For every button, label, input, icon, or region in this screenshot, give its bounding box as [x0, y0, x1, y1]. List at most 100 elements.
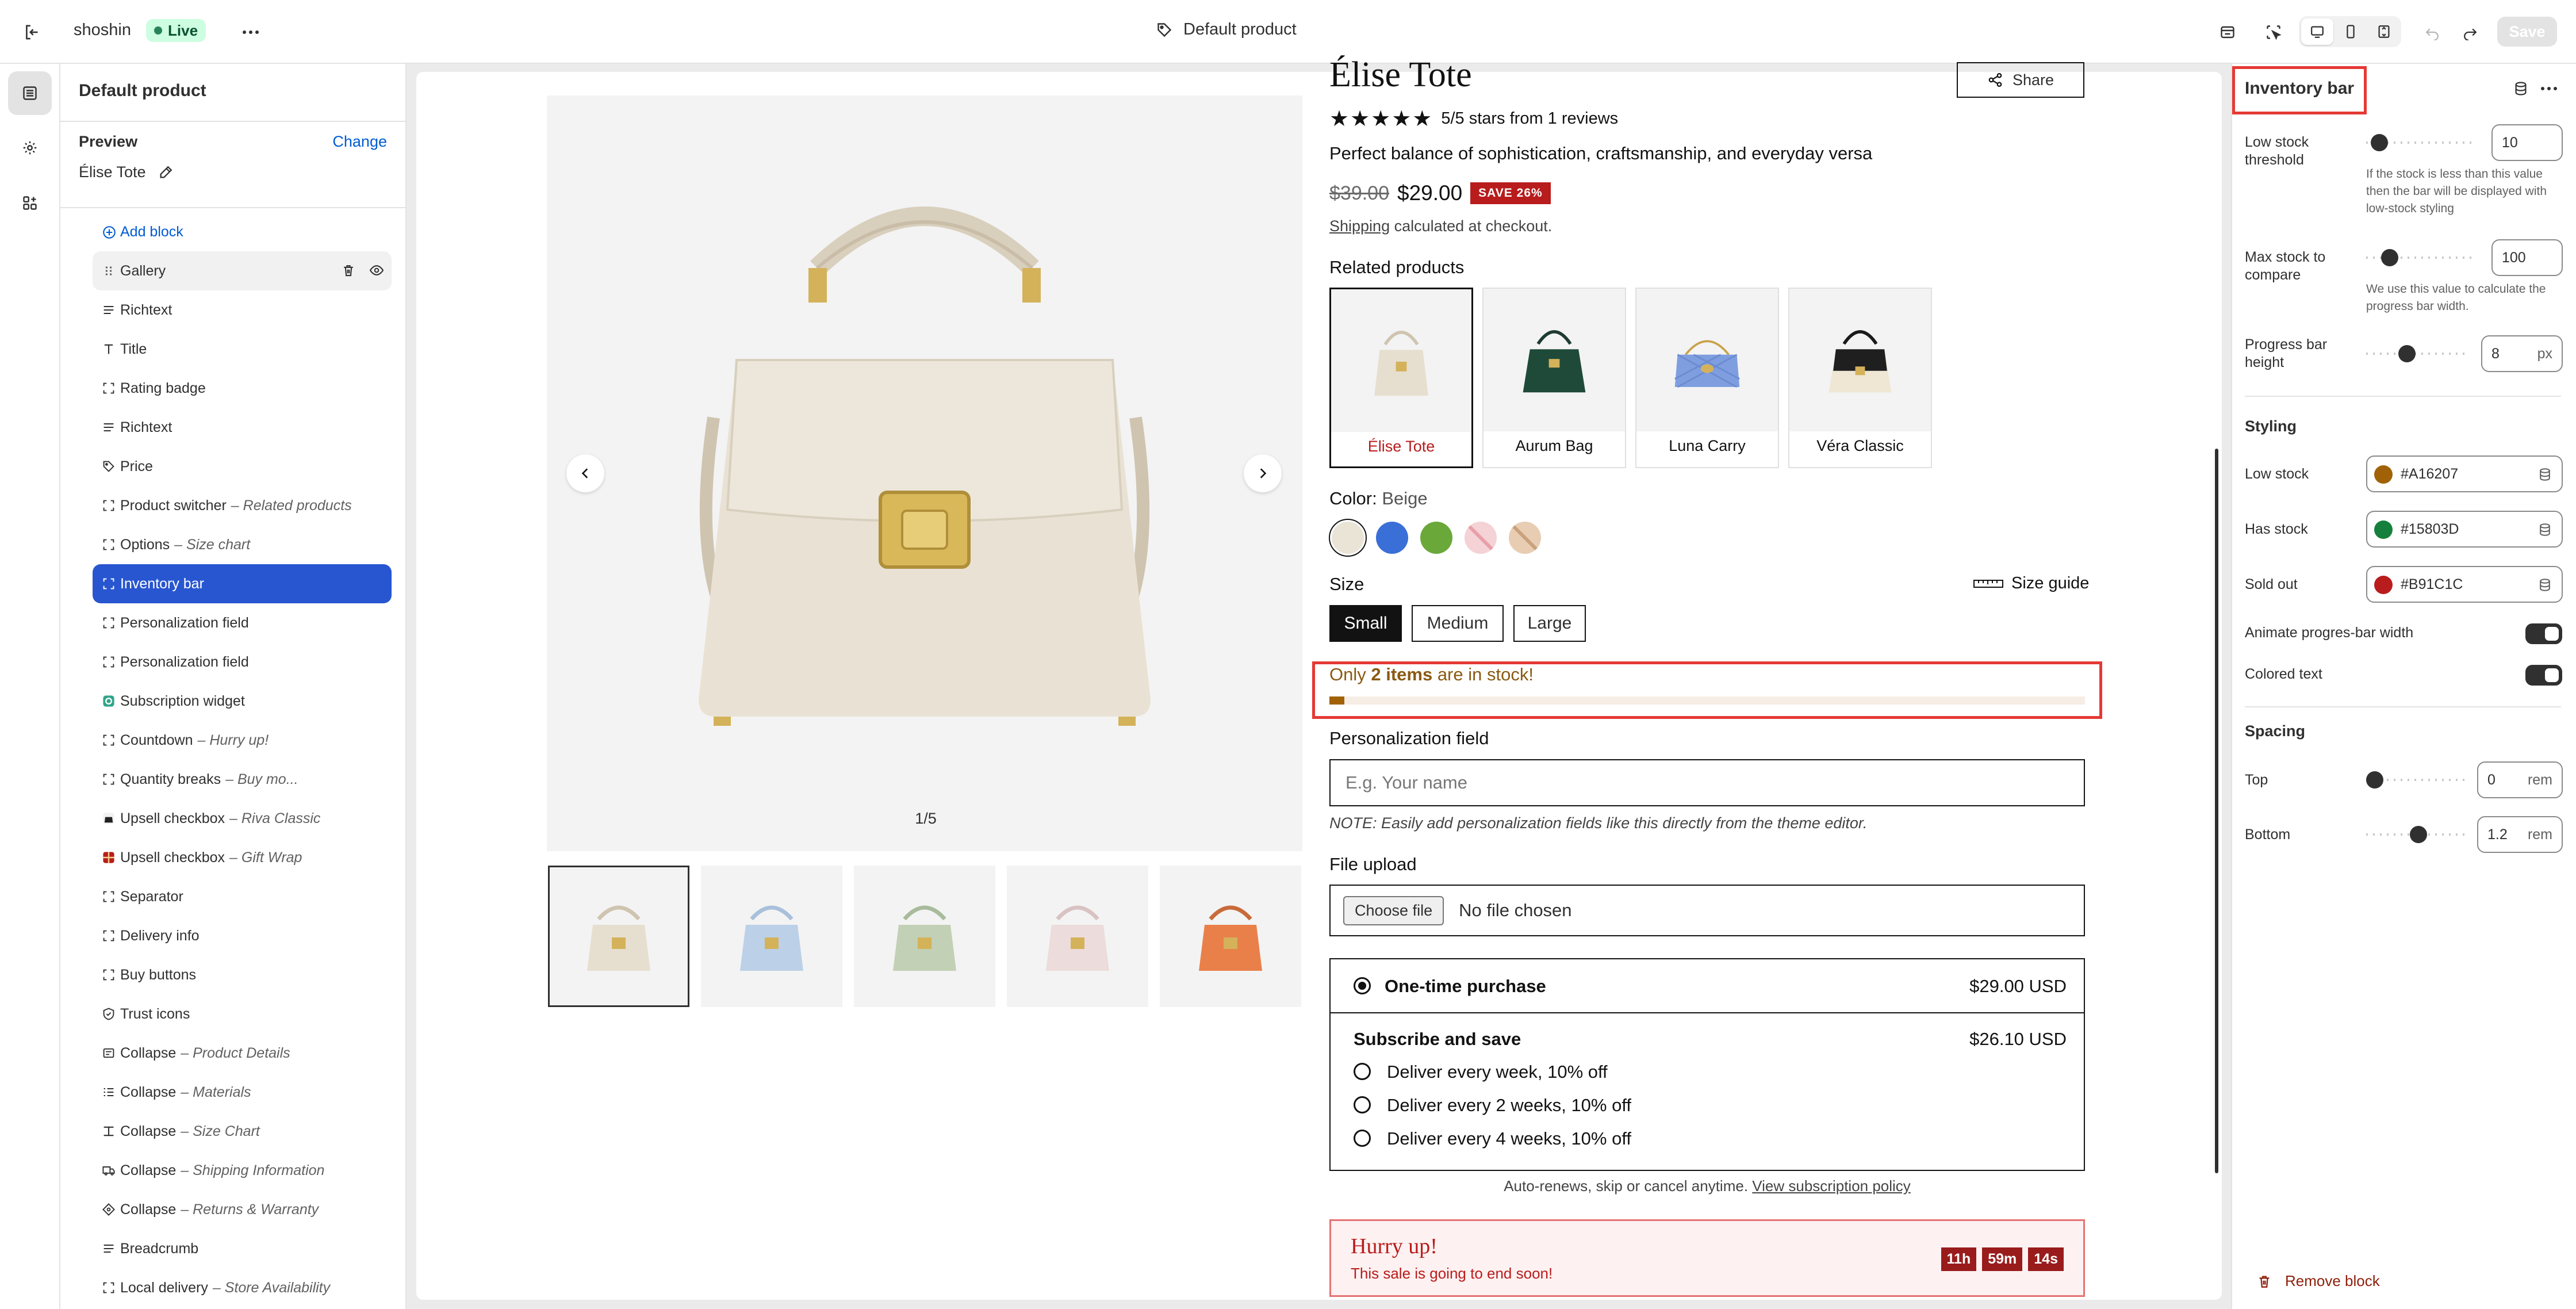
block-tree-item[interactable]: Personalization field	[93, 603, 392, 642]
subscription-radio[interactable]	[1354, 1130, 1371, 1147]
gallery-thumbnail[interactable]	[1007, 866, 1148, 1007]
max-stock-slider[interactable]	[2366, 249, 2472, 266]
block-tree-item[interactable]: Richtext	[93, 290, 392, 330]
add-block-button[interactable]: Add block	[93, 212, 392, 251]
block-tree-item[interactable]: Rating badge	[93, 369, 392, 408]
subscription-option-label[interactable]: Deliver every 2 weeks, 10% off	[1387, 1095, 1631, 1116]
block-tree-item[interactable]: Trust icons	[93, 994, 392, 1034]
block-tree-item[interactable]: Options – Size chart	[93, 525, 392, 564]
spacing-bottom-input[interactable]: 1.2 rem	[2477, 816, 2563, 853]
exit-icon[interactable]	[21, 21, 44, 44]
block-tree-item[interactable]: Inventory bar	[93, 564, 392, 603]
block-tree-item[interactable]: Upsell checkbox – Gift Wrap	[93, 838, 392, 877]
database-icon[interactable]	[2513, 81, 2529, 97]
settings-rail-button[interactable]	[8, 126, 52, 170]
subscription-policy-link[interactable]: View subscription policy	[1752, 1177, 1911, 1195]
slider-knob[interactable]	[2398, 345, 2416, 362]
size-guide-link[interactable]: Size guide	[1973, 574, 2089, 593]
size-option-medium[interactable]: Medium	[1412, 605, 1504, 642]
size-option-small[interactable]: Small	[1329, 605, 1402, 642]
subscription-option-label[interactable]: Deliver every week, 10% off	[1387, 1062, 1608, 1082]
gallery-thumbnail[interactable]	[1160, 866, 1301, 1007]
desktop-view-icon[interactable]	[2301, 18, 2333, 45]
preview-scrollbar[interactable]	[2215, 449, 2218, 1173]
spacing-top-input[interactable]: 0 rem	[2477, 761, 2563, 798]
gallery-next-button[interactable]	[1244, 454, 1282, 492]
trash-icon[interactable]	[341, 263, 356, 278]
product-main-image[interactable]	[547, 95, 1302, 851]
color-swatch-beige[interactable]	[1329, 519, 1367, 557]
spacing-top-slider[interactable]	[2366, 771, 2465, 789]
database-icon[interactable]	[2537, 467, 2552, 482]
slider-knob[interactable]	[2410, 826, 2427, 843]
block-tree-item[interactable]: Quantity breaks – Buy mo...	[93, 760, 392, 799]
choose-file-button[interactable]: Choose file	[1343, 895, 1444, 925]
block-tree-item[interactable]: Collapse – Size Chart	[93, 1112, 392, 1151]
mobile-view-icon[interactable]	[2334, 18, 2367, 45]
low-stock-color-picker[interactable]: #A16207	[2366, 456, 2563, 492]
animate-width-toggle[interactable]	[2525, 623, 2562, 644]
template-selector[interactable]: Default product	[1156, 20, 1297, 39]
progress-bar-height-slider[interactable]	[2366, 345, 2470, 362]
spacing-bottom-slider[interactable]	[2366, 826, 2465, 843]
block-tree-item[interactable]: Subscription widget	[93, 682, 392, 721]
pencil-icon[interactable]	[158, 164, 174, 181]
color-swatch-green[interactable]	[1420, 522, 1452, 554]
block-tree-item[interactable]: Collapse – Product Details	[93, 1034, 392, 1073]
low-stock-threshold-slider[interactable]	[2366, 134, 2472, 151]
size-option-large[interactable]: Large	[1513, 605, 1586, 642]
block-tree-item[interactable]: Countdown – Hurry up!	[93, 721, 392, 760]
rating-badge[interactable]: ★★★★★ 5/5 stars from 1 reviews	[1329, 106, 1618, 132]
block-tree-item[interactable]: Gallery	[93, 251, 392, 290]
block-tree-item[interactable]: Richtext	[93, 408, 392, 447]
colored-text-toggle[interactable]	[2525, 665, 2562, 686]
one-time-purchase-option[interactable]: One-time purchase $29.00 USD	[1331, 959, 2084, 1013]
related-product-card[interactable]: Élise Tote	[1329, 288, 1473, 468]
block-tree-item[interactable]: Collapse – Returns & Warranty	[93, 1190, 392, 1229]
subscription-option-label[interactable]: Deliver every 4 weeks, 10% off	[1387, 1128, 1631, 1149]
color-swatch-sand[interactable]	[1509, 522, 1541, 554]
shipping-link[interactable]: Shipping	[1329, 217, 1390, 235]
block-tree-item[interactable]: Delivery info	[93, 916, 392, 955]
has-stock-color-picker[interactable]: #15803D	[2366, 511, 2563, 548]
related-product-card[interactable]: Aurum Bag	[1482, 288, 1626, 468]
block-tree-item[interactable]: Buy buttons	[93, 955, 392, 994]
store-icon[interactable]	[2216, 21, 2239, 44]
block-tree-item[interactable]: Title	[93, 330, 392, 369]
block-tree-item[interactable]: Collapse – Shipping Information	[93, 1151, 392, 1190]
color-swatch-pink[interactable]	[1465, 522, 1497, 554]
database-icon[interactable]	[2537, 577, 2552, 592]
slider-knob[interactable]	[2371, 134, 2388, 151]
gallery-thumbnail[interactable]	[701, 866, 842, 1007]
change-preview-link[interactable]: Change	[332, 133, 387, 151]
gallery-thumbnail[interactable]	[548, 866, 689, 1007]
gallery-prev-button[interactable]	[566, 454, 604, 492]
slider-knob[interactable]	[2381, 249, 2398, 266]
remove-block-button[interactable]: Remove block	[2256, 1272, 2380, 1290]
personalization-input[interactable]: E.g. Your name	[1329, 759, 2085, 806]
sold-out-color-picker[interactable]: #B91C1C	[2366, 566, 2563, 603]
eye-icon[interactable]	[369, 263, 385, 278]
low-stock-threshold-input[interactable]: 10	[2491, 124, 2563, 161]
more-options-icon[interactable]	[239, 21, 262, 44]
related-product-card[interactable]: Luna Carry	[1635, 288, 1779, 468]
max-stock-input[interactable]: 100	[2491, 239, 2563, 276]
save-button[interactable]: Save	[2497, 17, 2557, 47]
color-swatch-blue[interactable]	[1376, 522, 1408, 554]
slider-knob[interactable]	[2366, 771, 2383, 789]
apps-rail-button[interactable]	[8, 181, 52, 225]
block-tree-item[interactable]: Collapse – Materials	[93, 1073, 392, 1112]
block-tree-item[interactable]: Breadcrumb	[93, 1229, 392, 1268]
block-tree-item[interactable]: Personalization field	[93, 642, 392, 682]
inspector-icon[interactable]	[2262, 21, 2285, 44]
sections-rail-button[interactable]	[8, 71, 52, 115]
gallery-thumbnail[interactable]	[854, 866, 995, 1007]
block-tree-item[interactable]: Price	[93, 447, 392, 486]
database-icon[interactable]	[2537, 522, 2552, 537]
subscription-radio[interactable]	[1354, 1096, 1371, 1113]
block-tree-item[interactable]: Upsell checkbox – Riva Classic	[93, 799, 392, 838]
block-tree-item[interactable]: Separator	[93, 877, 392, 916]
more-options-icon[interactable]	[2540, 86, 2558, 91]
related-product-card[interactable]: Véra Classic	[1788, 288, 1932, 468]
block-tree-item[interactable]: Local delivery – Store Availability	[93, 1268, 392, 1307]
